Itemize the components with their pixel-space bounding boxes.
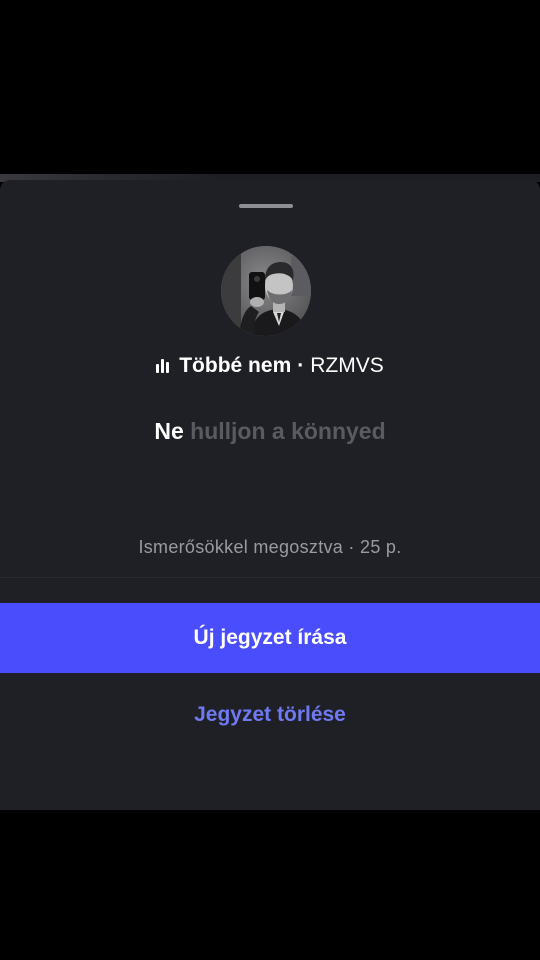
lyric-upcoming-text: hulljon a könnyed	[190, 418, 386, 444]
song-title: Többé nem	[179, 354, 292, 377]
music-bars-icon	[156, 359, 170, 373]
screen: Többé nem · RZMVS Ne hulljon a könnyed I…	[0, 0, 540, 960]
song-artist: RZMVS	[310, 354, 384, 377]
new-note-button[interactable]: Új jegyzet írása	[0, 603, 540, 673]
lyric-line: Ne hulljon a könnyed	[0, 418, 540, 445]
song-separator: ·	[297, 354, 305, 377]
note-audience-and-time: Ismerősökkel megosztva · 25 p.	[138, 537, 402, 557]
avatar[interactable]	[221, 246, 311, 336]
delete-note-button[interactable]: Jegyzet törlése	[0, 695, 540, 735]
song-info[interactable]: Többé nem · RZMVS	[0, 352, 540, 380]
sheet-drag-handle[interactable]	[239, 204, 293, 208]
note-bottom-sheet: Többé nem · RZMVS Ne hulljon a könnyed I…	[0, 180, 540, 810]
divider	[0, 577, 540, 578]
lyric-active-word: Ne	[154, 418, 184, 444]
avatar-photo	[221, 246, 311, 336]
